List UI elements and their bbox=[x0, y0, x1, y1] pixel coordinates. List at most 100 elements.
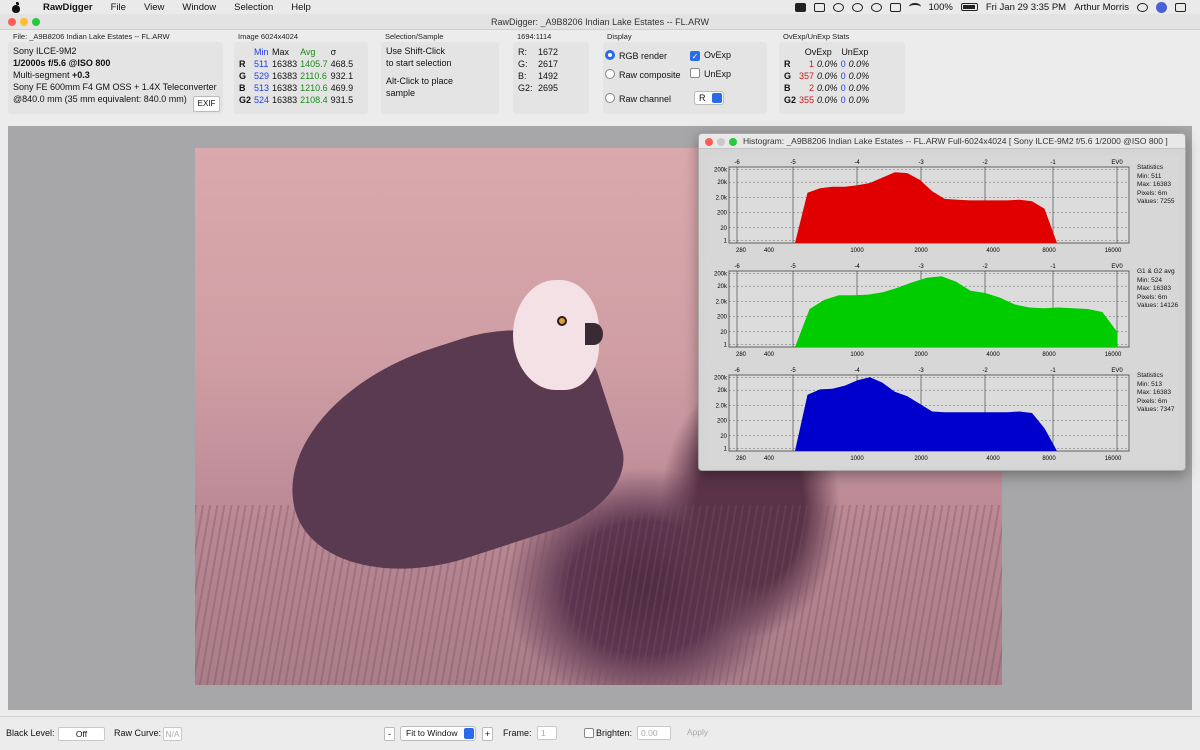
raw-curve-field[interactable]: N/A bbox=[163, 727, 182, 741]
ovexp-option[interactable]: ✓ OvExp bbox=[690, 50, 731, 61]
max-value: 16383 bbox=[272, 59, 298, 69]
menu-selection[interactable]: Selection bbox=[234, 2, 273, 13]
raw-channel-radio[interactable] bbox=[605, 93, 615, 103]
avg-value: 1405.7 bbox=[300, 59, 328, 69]
min-value: 524 bbox=[254, 95, 270, 105]
channel-name: R bbox=[784, 59, 791, 69]
rgb-render-label: RGB render bbox=[619, 51, 668, 61]
ovexp-percent: 0.0% bbox=[817, 71, 838, 81]
col-max: Max bbox=[272, 47, 290, 57]
raw-composite-radio[interactable] bbox=[605, 69, 615, 79]
unexp-count: 0 bbox=[840, 59, 846, 69]
raw-composite-option[interactable]: Raw composite bbox=[605, 69, 681, 80]
menu-window[interactable]: Window bbox=[182, 2, 216, 13]
control-center-icon[interactable] bbox=[1175, 2, 1186, 12]
ovexp-count: 2 bbox=[809, 83, 815, 93]
multisegment-label: Multi-segment bbox=[13, 70, 70, 80]
avg-value: 2110.6 bbox=[300, 71, 327, 81]
x-tick-label: 4000 bbox=[986, 248, 1000, 254]
dollar-icon[interactable] bbox=[851, 2, 863, 12]
x-tick-label: 2000 bbox=[914, 248, 928, 254]
close-window-button[interactable] bbox=[8, 18, 16, 26]
calendar-icon[interactable] bbox=[813, 2, 825, 12]
histogram-plot: 200k 20k 2.0k 200 20 1 -6 -5 -4 -3 -2 -1 EV0 280 400 10… bbox=[714, 160, 1130, 254]
min-value: 529 bbox=[254, 71, 270, 81]
zoom-window-button[interactable] bbox=[32, 18, 40, 26]
histogram-stat-line: Pixels: 6m bbox=[1137, 189, 1167, 197]
sigma-value: 469.9 bbox=[330, 83, 354, 93]
x-tick-label: 280 bbox=[736, 352, 747, 358]
osprey-eye bbox=[557, 316, 567, 326]
wifi-icon[interactable] bbox=[908, 3, 921, 11]
histogram-stat-line: Pixels: 6m bbox=[1137, 293, 1167, 301]
apply-button[interactable]: Apply bbox=[684, 726, 711, 740]
x-tick-label: 8000 bbox=[1042, 456, 1056, 462]
channel-name: B bbox=[239, 83, 246, 93]
sync-icon[interactable] bbox=[870, 2, 882, 12]
unexp-option[interactable]: UnExp bbox=[690, 68, 731, 79]
histogram-close-button[interactable] bbox=[705, 138, 713, 146]
menu-view[interactable]: View bbox=[144, 2, 164, 13]
unexp-checkbox[interactable] bbox=[690, 68, 700, 78]
raw-composite-label: Raw composite bbox=[619, 70, 681, 80]
rgb-render-radio[interactable] bbox=[605, 50, 615, 60]
brighten-stepper[interactable]: 0.00 bbox=[637, 726, 671, 740]
y-tick-label: 2.0k bbox=[716, 403, 728, 409]
x-tick-label: 1000 bbox=[850, 352, 864, 358]
clock[interactable]: Fri Jan 29 3:35 PM bbox=[986, 2, 1066, 13]
brighten-checkbox[interactable] bbox=[584, 728, 594, 738]
menu-app-name[interactable]: RawDigger bbox=[43, 2, 93, 13]
raw-channel-select[interactable]: R bbox=[694, 91, 724, 105]
x-tick-label: 2000 bbox=[914, 456, 928, 462]
raw-channel-option[interactable]: Raw channel bbox=[605, 93, 671, 104]
histogram-window[interactable]: Histogram: _A9B8206 Indian Lake Estates … bbox=[698, 133, 1186, 471]
histogram-minimize-button[interactable] bbox=[717, 138, 725, 146]
zoom-out-button[interactable]: - bbox=[384, 727, 395, 741]
channel-name: G bbox=[784, 71, 792, 81]
frame-stepper[interactable]: 1 bbox=[537, 726, 557, 740]
user-name[interactable]: Arthur Morris bbox=[1074, 2, 1129, 13]
unexp-count: 0 bbox=[840, 83, 846, 93]
histogram-stat-line: Values: 7347 bbox=[1137, 406, 1175, 413]
ovexp-percent: 0.0% bbox=[817, 59, 838, 69]
channel-name: G2: bbox=[518, 83, 533, 93]
x-tick-label: 16000 bbox=[1105, 352, 1122, 358]
sample-value: 1672 bbox=[538, 47, 559, 57]
minimize-window-button[interactable] bbox=[20, 18, 28, 26]
channel-name: B: bbox=[518, 71, 527, 81]
y-tick-label: 200k bbox=[714, 375, 728, 381]
col-ovexp: OvExp bbox=[804, 47, 832, 57]
search-icon[interactable] bbox=[1137, 2, 1148, 12]
table-row: G: 2617 bbox=[518, 58, 561, 70]
black-level-field[interactable]: Off bbox=[58, 727, 105, 741]
x-tick-label: 280 bbox=[736, 248, 747, 254]
monitor-icon[interactable] bbox=[889, 2, 901, 12]
ovexp-stats-header: OvExp UnExp bbox=[784, 46, 872, 58]
histogram-stat-line: Max: 16383 bbox=[1137, 389, 1171, 396]
y-tick-label: 20k bbox=[717, 284, 728, 290]
creative-cloud-icon[interactable] bbox=[832, 2, 844, 12]
y-tick-label: 20k bbox=[717, 388, 728, 394]
apple-icon[interactable] bbox=[11, 1, 21, 13]
exif-button[interactable]: EXIF bbox=[193, 96, 220, 112]
zoom-select[interactable]: Fit to Window bbox=[400, 726, 476, 741]
y-tick-label: 2.0k bbox=[716, 299, 728, 305]
siri-icon[interactable] bbox=[1156, 1, 1167, 13]
ovexp-checkbox[interactable]: ✓ bbox=[690, 51, 700, 61]
ev-tick-label: -6 bbox=[734, 160, 740, 166]
zoom-in-button[interactable]: + bbox=[482, 727, 493, 741]
battery-icon[interactable] bbox=[960, 3, 978, 11]
table-row: B: 1492 bbox=[518, 70, 561, 82]
menu-help[interactable]: Help bbox=[291, 2, 311, 13]
screen-record-icon[interactable] bbox=[794, 2, 806, 12]
menu-file[interactable]: File bbox=[111, 2, 126, 13]
histogram-zoom-button[interactable] bbox=[729, 138, 737, 146]
y-tick-label: 200k bbox=[714, 167, 728, 173]
ev-tick-label: -1 bbox=[1050, 264, 1056, 270]
rgb-render-option[interactable]: RGB render bbox=[605, 50, 667, 61]
unexp-count: 0 bbox=[840, 95, 846, 105]
ev-tick-label: -4 bbox=[854, 160, 860, 166]
zoom-value: Fit to Window bbox=[406, 728, 458, 738]
multisegment: Multi-segment +0.3 bbox=[13, 69, 218, 81]
table-row: G2 355 0.0% 0 0.0% bbox=[784, 94, 872, 106]
